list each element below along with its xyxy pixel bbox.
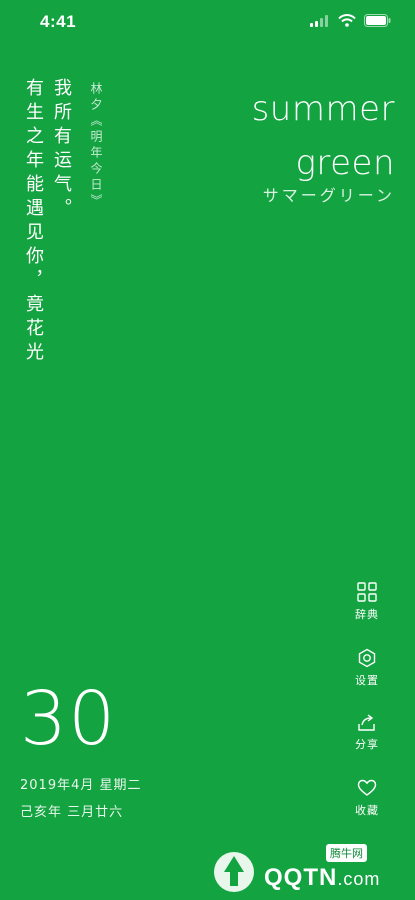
- share-icon: [358, 714, 375, 731]
- settings-label: 设置: [355, 674, 379, 687]
- hexagon-settings-icon: [358, 648, 376, 668]
- status-bar: 4:41: [0, 0, 415, 44]
- app-screen: 4:41 我所有运气。 有生之年能遇见你，竟花光 林夕《明年今日》 summer: [0, 0, 415, 900]
- qqtn-logo-icon: [214, 852, 254, 892]
- grid-icon: [357, 582, 377, 602]
- date-day: 30: [20, 676, 117, 762]
- poem-line-1: 我所有运气。: [51, 78, 72, 222]
- share-label: 分享: [355, 738, 379, 751]
- watermark-brand-suffix: .com: [337, 869, 381, 889]
- color-name-en-line1: summer: [251, 89, 395, 129]
- favorite-button[interactable]: 收藏: [347, 778, 387, 818]
- dictionary-label: 辞典: [355, 608, 379, 621]
- status-indicators: [310, 14, 391, 27]
- watermark-brand-name: QQTN: [264, 864, 338, 891]
- watermark: 腾牛网 QQTN.com: [206, 842, 410, 896]
- share-button[interactable]: 分享: [347, 712, 387, 752]
- settings-button[interactable]: 设置: [347, 648, 387, 688]
- color-name-en: summer green: [252, 82, 395, 190]
- battery-icon: [364, 14, 391, 27]
- heart-icon: [357, 779, 377, 796]
- favorite-label: 收藏: [355, 804, 379, 817]
- color-name-jp: サマーグリーン: [262, 186, 395, 205]
- wifi-icon: [338, 14, 356, 27]
- poem-source: 林夕《明年今日》: [89, 82, 103, 210]
- dictionary-button[interactable]: 辞典: [347, 582, 387, 622]
- poem-line-2: 有生之年能遇见你，竟花光: [23, 78, 44, 366]
- date-lunar: 己亥年 三月廿六: [20, 805, 124, 820]
- watermark-brand: QQTN.com: [264, 864, 380, 892]
- watermark-badge: 腾牛网: [326, 844, 367, 862]
- signal-icon: [310, 14, 328, 27]
- date-gregorian: 2019年4月 星期二: [20, 778, 142, 793]
- status-time: 4:41: [40, 12, 77, 31]
